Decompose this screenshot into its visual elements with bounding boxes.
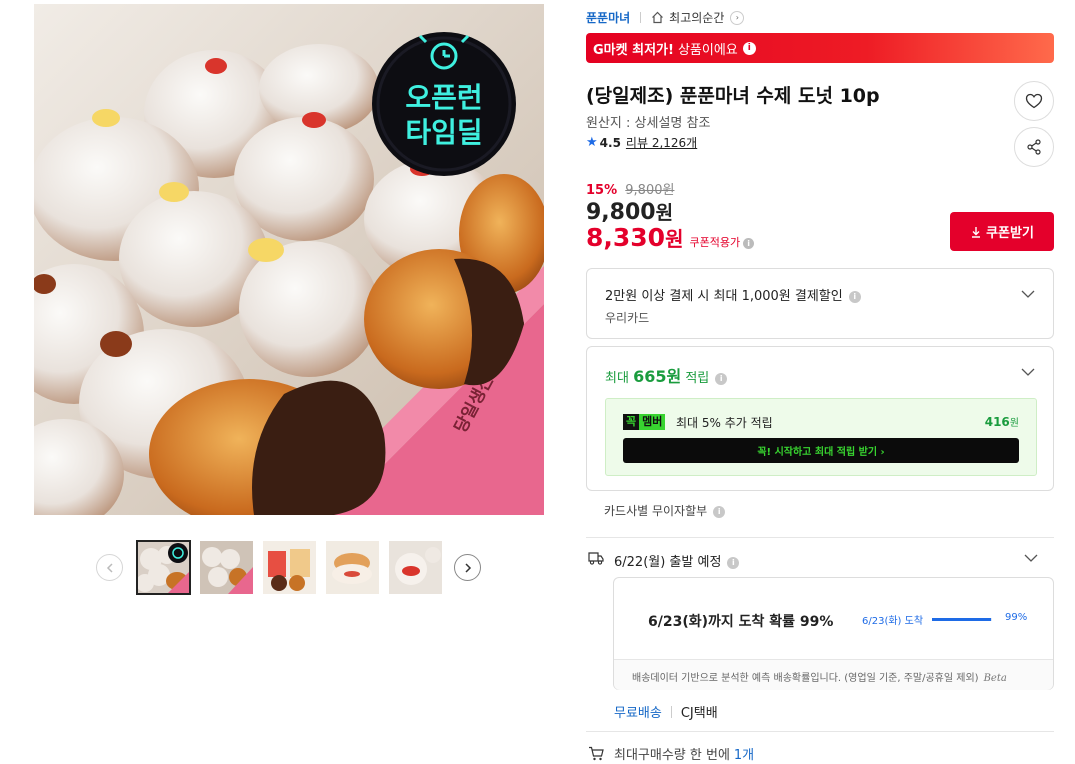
chevron-right-icon[interactable]: › xyxy=(730,10,745,25)
member-points-number: 416 xyxy=(984,415,1010,429)
get-coupon-label: 쿠폰받기 xyxy=(986,226,1034,241)
thumbnail-4[interactable] xyxy=(326,541,379,594)
chevron-down-icon[interactable] xyxy=(1024,551,1038,565)
product-title: (당일제조) 푼푼마녀 수제 도넛 10p xyxy=(586,85,880,107)
product-origin: 원산지 : 상세설명 참조 xyxy=(586,116,711,131)
coupon-price-tag: 쿠폰적용가 xyxy=(689,236,741,249)
promo-brand: G마켓 최저가! xyxy=(593,42,674,58)
heart-icon xyxy=(1025,93,1043,109)
installment-label: 카드사별 무이자할부 xyxy=(604,504,708,518)
sale-price-unit: 원 xyxy=(655,202,674,224)
product-info-panel: 푼푼마녀 최고의순간 › G마켓 최저가! 상품이에요 i (당일제조) 푼푼마… xyxy=(586,0,1054,764)
shipping-departure-row[interactable]: 6/22(월) 출발 예정 i xyxy=(588,550,1054,570)
shipping-tags: 무료배송 CJ택배 xyxy=(614,702,718,721)
rating-score: 4.5 xyxy=(599,135,621,150)
coupon-price-number: 8,330 xyxy=(586,223,666,252)
points-suffix: 적립 xyxy=(681,371,710,386)
member-points-amount: 416원 xyxy=(985,414,1019,429)
breadcrumb-divider xyxy=(640,12,642,23)
coupon-price-unit: 원 xyxy=(665,227,684,251)
section-divider xyxy=(586,537,1054,538)
member-badge: 꼭 멤버 xyxy=(623,414,666,430)
share-icon xyxy=(1027,139,1041,155)
card-discount-panel[interactable]: 2만원 이상 결제 시 최대 1,000원 결제할인 i 우리카드 xyxy=(586,268,1054,339)
shipping-divider xyxy=(670,705,672,718)
review-count-link[interactable]: 리뷰 2,126개 xyxy=(626,134,697,151)
delivery-estimate-box: 6/23(화)까지 도착 확률 99% 6/23(화) 도착 99% 배송데이터… xyxy=(613,577,1054,690)
thumbnail-next-button[interactable] xyxy=(454,554,481,581)
discount-rate: 15% xyxy=(586,183,618,198)
member-points-box: 꼭 멤버 최대 5% 추가 적립 416원 꼭! 시작하고 최대 적립 받기 › xyxy=(605,398,1037,476)
departure-text: 6/22(월) 출발 예정 xyxy=(614,555,722,570)
card-name: 우리카드 xyxy=(605,311,650,325)
max-purchase-row: 최대구매수량 한 번에 1개 xyxy=(588,744,754,763)
sale-price: 9,800원 xyxy=(586,198,673,225)
product-rating: ★ 4.5 리뷰 2,126개 xyxy=(586,134,697,151)
badge-line-2: 타임딜 xyxy=(405,116,482,149)
lowest-price-banner: G마켓 최저가! 상품이에요 i xyxy=(586,33,1054,63)
points-panel: 최대 665원 적립 i 꼭 멤버 최대 5% 추가 적립 416원 꼭! 시작하… xyxy=(586,346,1054,491)
points-amount: 665원 xyxy=(633,367,682,386)
delivery-date-label: 6/23(화) 도착 xyxy=(862,616,924,627)
member-badge-k: 꼭 xyxy=(623,414,640,430)
info-icon[interactable]: i xyxy=(848,290,861,303)
info-icon[interactable]: i xyxy=(743,238,755,249)
carrier-label: CJ택배 xyxy=(680,706,718,721)
points-title: 최대 665원 적립 i xyxy=(605,363,728,387)
thumbnail-1[interactable] xyxy=(136,540,191,595)
thumbnail-2[interactable] xyxy=(200,541,253,594)
discount-info: 15% 9,800원 xyxy=(586,179,674,198)
delivery-probability-fill xyxy=(932,618,992,621)
member-points-unit: 원 xyxy=(1009,418,1019,429)
thumbnail-prev-button[interactable] xyxy=(96,554,123,581)
chevron-right-icon xyxy=(464,562,471,573)
thumbnail-3[interactable] xyxy=(263,541,316,594)
promo-text: 상품이에요 xyxy=(677,42,738,58)
original-price: 9,800원 xyxy=(625,183,675,198)
sale-price-number: 9,800 xyxy=(586,200,656,225)
wishlist-button[interactable] xyxy=(1014,81,1054,121)
cart-icon xyxy=(589,746,604,761)
truck-icon xyxy=(588,552,604,565)
delivery-probability: 6/23(화)까지 도착 확률 99% xyxy=(648,614,834,630)
member-points-text: 최대 5% 추가 적립 xyxy=(676,416,773,430)
beta-label: Beta xyxy=(983,673,1007,684)
chevron-left-icon xyxy=(106,562,113,573)
card-discount-text: 2만원 이상 결제 시 최대 1,000원 결제할인 xyxy=(605,289,843,304)
download-icon xyxy=(972,226,981,238)
info-icon[interactable]: i xyxy=(727,556,740,569)
star-icon: ★ xyxy=(586,135,598,150)
section-divider xyxy=(586,731,1054,732)
delivery-probability-percent: 99% xyxy=(1005,612,1028,623)
get-coupon-button[interactable]: 쿠폰받기 xyxy=(950,212,1054,251)
installment-info[interactable]: 카드사별 무이자할부 i xyxy=(604,502,726,519)
thumbnail-5[interactable] xyxy=(389,541,442,594)
delivery-note-text: 배송데이터 기반으로 분석한 예측 배송확률입니다. (영업일 기준, 주말/공… xyxy=(632,673,979,684)
member-badge-m: 멤버 xyxy=(639,414,666,430)
shop-link[interactable]: 푼푼마녀 xyxy=(586,9,630,26)
coupon-price: 8,330 원 쿠폰적용가 i xyxy=(586,223,755,252)
thumbnail-strip xyxy=(96,540,486,595)
info-icon[interactable]: i xyxy=(715,372,728,385)
delivery-estimate-note: 배송데이터 기반으로 분석한 예측 배송확률입니다. (영업일 기준, 주말/공… xyxy=(614,659,1053,690)
home-icon xyxy=(652,11,664,24)
free-shipping-label: 무료배송 xyxy=(614,706,662,721)
info-icon[interactable]: i xyxy=(713,505,726,518)
badge-line-1: 오픈런 xyxy=(405,81,482,114)
max-purchase-label: 최대구매수량 한 번에 xyxy=(614,748,730,763)
max-purchase-count: 1개 xyxy=(733,748,755,763)
card-discount-title: 2만원 이상 결제 시 최대 1,000원 결제할인 i xyxy=(605,285,861,304)
category-link[interactable]: 최고의순간 xyxy=(669,9,724,26)
chevron-down-icon[interactable] xyxy=(1021,287,1035,301)
breadcrumb: 푼푼마녀 최고의순간 › xyxy=(586,9,745,26)
info-icon[interactable]: i xyxy=(742,41,756,55)
points-prefix: 최대 xyxy=(605,371,634,386)
main-product-image[interactable]: 당일생산 당일배송 오픈런 타임딜 xyxy=(34,4,544,515)
member-signup-button[interactable]: 꼭! 시작하고 최대 적립 받기 › xyxy=(623,438,1019,463)
delivery-probability-bar xyxy=(932,618,992,621)
departure-date: 6/22(월) 출발 예정 i xyxy=(614,551,740,570)
chevron-down-icon[interactable] xyxy=(1021,365,1035,379)
share-button[interactable] xyxy=(1014,127,1054,167)
